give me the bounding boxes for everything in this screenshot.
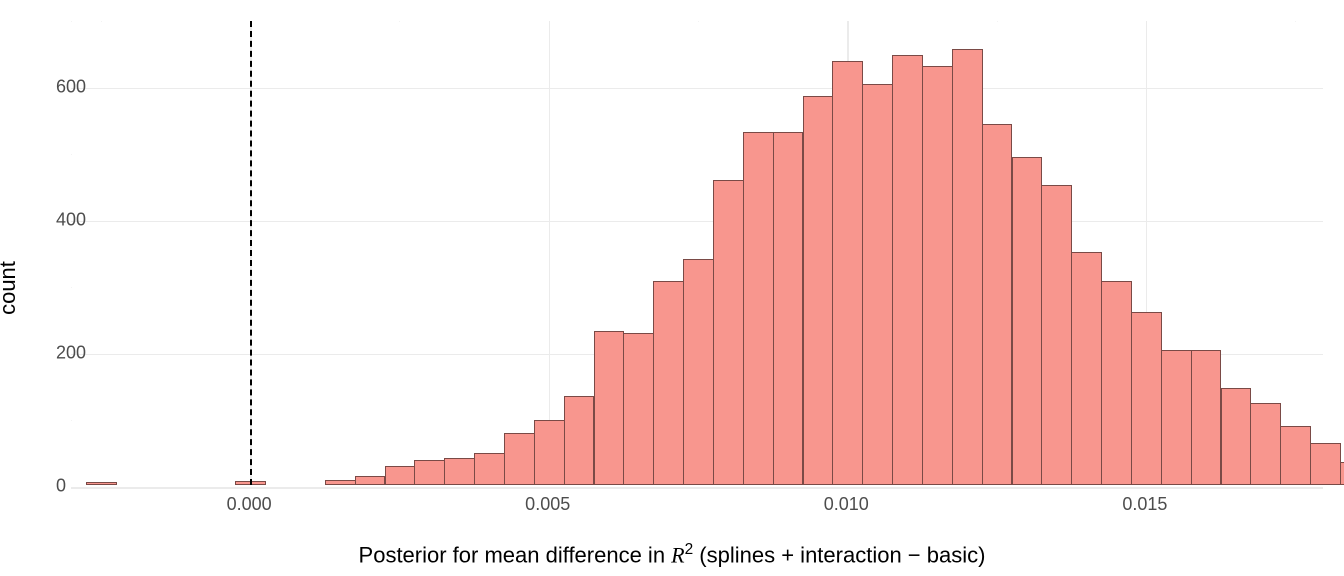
histogram-bar: [564, 396, 595, 485]
y-axis-label: count: [0, 261, 21, 315]
x-axis-label: Posterior for mean difference in R2 (spl…: [0, 541, 1344, 568]
xlabel-part-1: Posterior for mean difference in: [359, 542, 672, 567]
histogram-bar: [325, 480, 356, 485]
histogram-bar: [982, 124, 1013, 485]
histogram-bar: [1340, 462, 1344, 485]
y-tick-label: 400: [56, 209, 60, 230]
histogram-bar: [1071, 252, 1102, 485]
x-tick-label: 0.015: [1122, 494, 1167, 515]
histogram-bar: [653, 281, 684, 485]
gridline-major-h: [71, 88, 1323, 90]
gridline-major-v: [549, 21, 551, 485]
gridline-major-h: [71, 487, 1323, 489]
x-tick-label: 0.005: [525, 494, 570, 515]
histogram-bar: [803, 96, 834, 485]
histogram-bar: [1280, 426, 1311, 485]
histogram-bar: [1012, 157, 1043, 485]
histogram-bar: [952, 49, 983, 485]
histogram-bar: [683, 259, 714, 485]
y-tick-label: 200: [56, 342, 60, 363]
histogram-chart: count Posterior for mean difference in R…: [0, 0, 1344, 576]
histogram-bar: [623, 333, 654, 485]
histogram-bar: [385, 466, 416, 485]
y-tick-label: 600: [56, 76, 60, 97]
histogram-bar: [1101, 281, 1132, 485]
histogram-bar: [832, 61, 863, 485]
gridline-minor-v: [997, 21, 998, 22]
histogram-bar: [474, 453, 505, 485]
histogram-bar: [892, 55, 923, 485]
histogram-bar: [713, 180, 744, 485]
x-tick-label: 0.000: [227, 494, 272, 515]
gridline-minor-v: [698, 21, 699, 22]
histogram-bar: [1041, 185, 1072, 485]
xlabel-R: R: [671, 542, 684, 567]
histogram-bar: [594, 331, 625, 485]
histogram-bar: [1191, 350, 1222, 485]
gridline-minor-h: [71, 21, 72, 22]
histogram-bar: [922, 66, 953, 485]
histogram-bar: [1310, 443, 1341, 485]
histogram-bar: [743, 132, 774, 485]
gridline-minor-h: [71, 420, 72, 421]
histogram-bar: [1131, 312, 1162, 485]
gridline-minor-v: [1295, 21, 1296, 22]
histogram-bar: [773, 132, 804, 485]
histogram-bar: [534, 420, 565, 485]
histogram-bar: [414, 460, 445, 485]
histogram-bar: [86, 482, 117, 485]
xlabel-sup: 2: [685, 541, 694, 558]
x-tick-label: 0.010: [824, 494, 869, 515]
histogram-bar: [862, 84, 893, 485]
histogram-bar: [1221, 388, 1252, 485]
histogram-bar: [1250, 403, 1281, 485]
histogram-bar: [444, 458, 475, 485]
plot-panel: [70, 20, 1324, 486]
histogram-bar: [1161, 350, 1192, 485]
gridline-minor-h: [71, 287, 72, 288]
gridline-minor-h: [71, 154, 72, 155]
histogram-bar: [504, 433, 535, 485]
gridline-minor-v: [399, 21, 400, 22]
xlabel-part-2: (splines + interaction − basic): [693, 542, 985, 567]
reference-vline: [250, 21, 252, 485]
gridline-major-h: [71, 221, 1323, 223]
y-tick-label: 0: [56, 476, 60, 497]
histogram-bar: [355, 476, 386, 485]
gridline-minor-v: [101, 21, 102, 22]
